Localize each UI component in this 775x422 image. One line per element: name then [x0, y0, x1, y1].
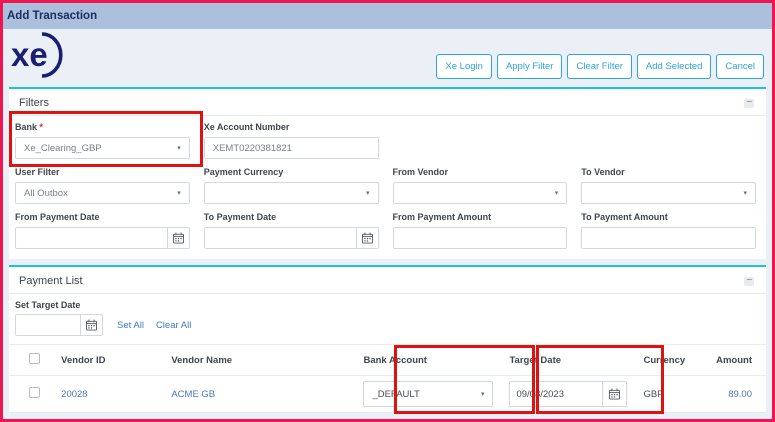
payment-table: Vendor ID Vendor Name Bank Account Targe… [9, 344, 766, 413]
from-vendor-label: From Vendor [393, 167, 568, 177]
calendar-icon[interactable] [167, 228, 189, 248]
bank-account-select[interactable]: _DEFAULT ▾ [363, 381, 493, 407]
filters-collapse-icon[interactable]: – [744, 99, 754, 108]
row-checkbox[interactable] [29, 387, 40, 398]
clear-all-link[interactable]: Clear All [156, 320, 191, 331]
xe-login-button[interactable]: Xe Login [436, 54, 492, 79]
amount-header: Amount [708, 345, 766, 376]
clear-filter-button[interactable]: Clear Filter [567, 54, 631, 79]
set-target-date-block: Set Target Date Set All Clear All [9, 294, 766, 344]
window-titlebar: Add Transaction [3, 3, 772, 29]
currency-header: Currency [635, 345, 708, 376]
to-payment-date-input[interactable] [205, 228, 356, 248]
from-payment-date-label: From Payment Date [15, 212, 190, 222]
bank-account-value: _DEFAULT [372, 389, 419, 400]
to-payment-date-field: To Payment Date [204, 212, 379, 249]
apply-filter-button[interactable]: Apply Filter [497, 54, 563, 79]
payment-currency-select[interactable]: ▾ [204, 182, 379, 204]
payment-list-heading: Payment List [19, 275, 83, 287]
table-row: 20028 ACME GB _DEFAULT ▾ [9, 376, 766, 413]
payment-list-collapse-icon[interactable]: – [744, 277, 754, 286]
set-target-date-label: Set Target Date [15, 300, 756, 310]
header-row: xe Xe Login Apply Filter Clear Filter Ad… [9, 29, 766, 87]
currency-cell: GBP [635, 376, 708, 413]
to-payment-amount-input[interactable] [581, 227, 756, 249]
user-filter-select[interactable]: All Outbox ▾ [15, 182, 190, 204]
payment-list-section: Payment List – Set Target Date Set All C… [9, 265, 766, 413]
bank-field: Bank * Xe_Clearing_GBP ▾ [15, 122, 190, 159]
calendar-icon[interactable] [80, 315, 102, 335]
chevron-down-icon: ▾ [366, 189, 370, 197]
to-vendor-select[interactable]: ▾ [581, 182, 756, 204]
target-date-header: Target Date [501, 345, 635, 376]
user-filter-label: User Filter [15, 167, 190, 177]
vendor-id-header: Vendor ID [53, 345, 163, 376]
target-date-input[interactable] [510, 382, 602, 406]
cancel-button[interactable]: Cancel [716, 54, 764, 79]
window-title: Add Transaction [7, 10, 97, 22]
chevron-down-icon: ▾ [743, 189, 747, 197]
from-vendor-select[interactable]: ▾ [393, 182, 568, 204]
user-filter-value: All Outbox [24, 188, 68, 199]
chevron-down-icon: ▾ [177, 189, 181, 197]
amount-cell: 89.00 [708, 376, 766, 413]
add-transaction-window: Add Transaction xe Xe Login Apply Filter… [0, 0, 775, 422]
toolbar: Xe Login Apply Filter Clear Filter Add S… [436, 54, 764, 79]
bank-select-value: Xe_Clearing_GBP [24, 143, 102, 154]
from-vendor-field: From Vendor ▾ [393, 167, 568, 204]
filters-grid: Bank * Xe_Clearing_GBP ▾ Xe Account Numb… [9, 116, 766, 259]
vendor-name-header: Vendor Name [163, 345, 355, 376]
to-vendor-field: To Vendor ▾ [581, 167, 756, 204]
from-payment-amount-label: From Payment Amount [393, 212, 568, 222]
chevron-down-icon: ▾ [481, 390, 485, 398]
bank-account-header: Bank Account [355, 345, 501, 376]
from-payment-amount-input[interactable] [393, 227, 568, 249]
to-payment-amount-label: To Payment Amount [581, 212, 756, 222]
window-content: xe Xe Login Apply Filter Clear Filter Ad… [3, 29, 772, 413]
payment-currency-label: Payment Currency [204, 167, 379, 177]
filters-section: Filters – Bank * Xe_Clearing_GBP ▾ Xe Ac… [9, 87, 766, 259]
payment-table-header-row: Vendor ID Vendor Name Bank Account Targe… [9, 345, 766, 376]
svg-text:xe: xe [11, 36, 48, 73]
to-payment-date-label: To Payment Date [204, 212, 379, 222]
calendar-icon[interactable] [602, 382, 626, 406]
xe-logo-icon: xe [11, 31, 67, 79]
user-filter-field: User Filter All Outbox ▾ [15, 167, 190, 204]
payment-list-section-header: Payment List – [9, 267, 766, 294]
bank-label: Bank [15, 122, 37, 132]
to-payment-amount-field: To Payment Amount [581, 212, 756, 249]
select-all-checkbox[interactable] [29, 353, 40, 364]
calendar-icon[interactable] [356, 228, 378, 248]
payment-currency-field: Payment Currency ▾ [204, 167, 379, 204]
chevron-down-icon: ▾ [555, 189, 559, 197]
add-selected-button[interactable]: Add Selected [637, 54, 712, 79]
xe-account-number-input[interactable] [204, 137, 379, 159]
from-payment-date-input[interactable] [16, 228, 167, 248]
xe-account-number-label: Xe Account Number [204, 122, 379, 132]
vendor-name-cell: ACME GB [163, 376, 355, 413]
from-payment-amount-field: From Payment Amount [393, 212, 568, 249]
set-all-link[interactable]: Set All [117, 320, 144, 331]
xe-account-number-field: Xe Account Number [204, 122, 379, 159]
filters-section-header: Filters – [9, 89, 766, 116]
required-asterisk: * [40, 122, 44, 132]
bank-select[interactable]: Xe_Clearing_GBP ▾ [15, 137, 190, 159]
xe-logo: xe [11, 31, 67, 79]
set-target-date-input[interactable] [16, 315, 80, 335]
to-vendor-label: To Vendor [581, 167, 756, 177]
from-payment-date-field: From Payment Date [15, 212, 190, 249]
chevron-down-icon: ▾ [177, 144, 181, 152]
vendor-id-cell: 20028 [53, 376, 163, 413]
filters-heading: Filters [19, 97, 49, 109]
